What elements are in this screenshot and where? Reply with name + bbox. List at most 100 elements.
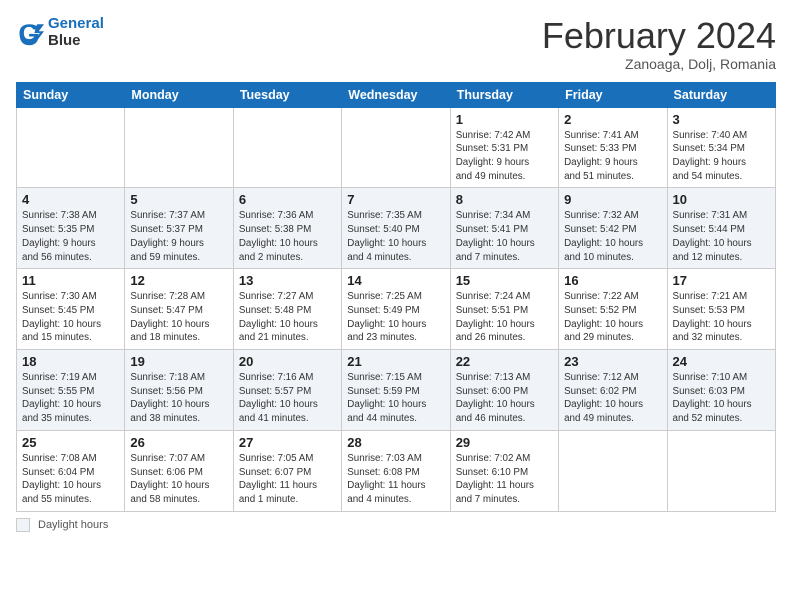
subtitle: Zanoaga, Dolj, Romania [542,56,776,72]
calendar-cell: 6 Sunrise: 7:36 AM Sunset: 5:38 PM Daylig… [233,188,341,269]
daylight-legend-label: Daylight hours [38,519,108,531]
day-number: 19 [130,354,227,369]
day-number: 18 [22,354,119,369]
calendar-cell: 23 Sunrise: 7:12 AM Sunset: 6:02 PM Dayli… [559,350,667,431]
day-info: Sunrise: 7:32 AM Sunset: 5:42 PM Dayligh… [564,209,661,264]
calendar-cell: 21Sunrise: 7:15 AM Sunset: 5:59 PM Dayli… [342,350,450,431]
day-info: Sunrise: 7:18 AM Sunset: 5:56 PM Dayligh… [130,371,227,426]
day-number: 15 [456,273,553,288]
day-number: 9 [564,192,661,207]
calendar-day-header: Monday [125,82,233,107]
day-info: Sunrise: 7:03 AM Sunset: 6:08 PM Dayligh… [347,452,444,507]
daylight-legend-box [16,518,30,532]
day-number: 1 [456,112,553,127]
calendar-week-row: 25 Sunrise: 7:08 AM Sunset: 6:04 PM Dayli… [17,430,776,511]
day-info: Sunrise: 7:15 AM Sunset: 5:59 PM Dayligh… [347,371,444,426]
calendar-cell: 2Sunrise: 7:41 AM Sunset: 5:33 PM Daylig… [559,107,667,188]
day-number: 26 [130,435,227,450]
calendar-cell: 20 Sunrise: 7:16 AM Sunset: 5:57 PM Dayli… [233,350,341,431]
day-number: 29 [456,435,553,450]
day-info: Sunrise: 7:34 AM Sunset: 5:41 PM Dayligh… [456,209,553,264]
day-number: 3 [673,112,770,127]
calendar-week-row: 1 Sunrise: 7:42 AM Sunset: 5:31 PM Daylig… [17,107,776,188]
footer: Daylight hours [16,518,776,532]
calendar-cell: 4Sunrise: 7:38 AM Sunset: 5:35 PM Daylig… [17,188,125,269]
day-info: Sunrise: 7:07 AM Sunset: 6:06 PM Dayligh… [130,452,227,507]
day-number: 24 [673,354,770,369]
day-number: 5 [130,192,227,207]
day-info: Sunrise: 7:12 AM Sunset: 6:02 PM Dayligh… [564,371,661,426]
day-number: 2 [564,112,661,127]
day-info: Sunrise: 7:10 AM Sunset: 6:03 PM Dayligh… [673,371,770,426]
calendar-day-header: Tuesday [233,82,341,107]
calendar-cell: 13Sunrise: 7:27 AM Sunset: 5:48 PM Dayli… [233,269,341,350]
calendar-cell: 27 Sunrise: 7:05 AM Sunset: 6:07 PM Dayli… [233,430,341,511]
calendar-cell: 1 Sunrise: 7:42 AM Sunset: 5:31 PM Daylig… [450,107,558,188]
day-info: Sunrise: 7:16 AM Sunset: 5:57 PM Dayligh… [239,371,336,426]
calendar-cell: 29Sunrise: 7:02 AM Sunset: 6:10 PM Dayli… [450,430,558,511]
calendar-day-header: Wednesday [342,82,450,107]
calendar-cell: 24 Sunrise: 7:10 AM Sunset: 6:03 PM Dayli… [667,350,775,431]
calendar-cell: 11 Sunrise: 7:30 AM Sunset: 5:45 PM Dayli… [17,269,125,350]
page: General Blue February 2024 Zanoaga, Dolj… [0,0,792,612]
calendar-week-row: 4Sunrise: 7:38 AM Sunset: 5:35 PM Daylig… [17,188,776,269]
calendar-cell: 14Sunrise: 7:25 AM Sunset: 5:49 PM Dayli… [342,269,450,350]
day-number: 20 [239,354,336,369]
day-info: Sunrise: 7:08 AM Sunset: 6:04 PM Dayligh… [22,452,119,507]
day-info: Sunrise: 7:31 AM Sunset: 5:44 PM Dayligh… [673,209,770,264]
day-number: 25 [22,435,119,450]
day-number: 6 [239,192,336,207]
logo-icon [16,19,44,47]
day-number: 12 [130,273,227,288]
day-number: 7 [347,192,444,207]
day-number: 28 [347,435,444,450]
day-number: 4 [22,192,119,207]
calendar-cell: 5 Sunrise: 7:37 AM Sunset: 5:37 PM Daylig… [125,188,233,269]
day-info: Sunrise: 7:05 AM Sunset: 6:07 PM Dayligh… [239,452,336,507]
day-info: Sunrise: 7:37 AM Sunset: 5:37 PM Dayligh… [130,209,227,264]
day-number: 23 [564,354,661,369]
calendar-cell: 12 Sunrise: 7:28 AM Sunset: 5:47 PM Dayli… [125,269,233,350]
day-number: 16 [564,273,661,288]
day-number: 17 [673,273,770,288]
title-block: February 2024 Zanoaga, Dolj, Romania [542,16,776,72]
calendar-cell [559,430,667,511]
logo: General Blue [16,16,104,49]
calendar-day-header: Sunday [17,82,125,107]
day-number: 13 [239,273,336,288]
logo-blue: Blue [48,32,81,49]
day-info: Sunrise: 7:24 AM Sunset: 5:51 PM Dayligh… [456,290,553,345]
day-info: Sunrise: 7:21 AM Sunset: 5:53 PM Dayligh… [673,290,770,345]
day-info: Sunrise: 7:28 AM Sunset: 5:47 PM Dayligh… [130,290,227,345]
day-info: Sunrise: 7:30 AM Sunset: 5:45 PM Dayligh… [22,290,119,345]
calendar-cell: 19 Sunrise: 7:18 AM Sunset: 5:56 PM Dayli… [125,350,233,431]
calendar-day-header: Saturday [667,82,775,107]
calendar-week-row: 11 Sunrise: 7:30 AM Sunset: 5:45 PM Dayli… [17,269,776,350]
calendar-cell: 16 Sunrise: 7:22 AM Sunset: 5:52 PM Dayli… [559,269,667,350]
day-info: Sunrise: 7:19 AM Sunset: 5:55 PM Dayligh… [22,371,119,426]
calendar-day-header: Friday [559,82,667,107]
calendar-cell: 10 Sunrise: 7:31 AM Sunset: 5:44 PM Dayli… [667,188,775,269]
day-number: 14 [347,273,444,288]
calendar-cell: 15 Sunrise: 7:24 AM Sunset: 5:51 PM Dayli… [450,269,558,350]
calendar-week-row: 18 Sunrise: 7:19 AM Sunset: 5:55 PM Dayli… [17,350,776,431]
calendar-cell: 26 Sunrise: 7:07 AM Sunset: 6:06 PM Dayli… [125,430,233,511]
day-info: Sunrise: 7:22 AM Sunset: 5:52 PM Dayligh… [564,290,661,345]
day-number: 11 [22,273,119,288]
calendar-cell [233,107,341,188]
calendar-cell: 17 Sunrise: 7:21 AM Sunset: 5:53 PM Dayli… [667,269,775,350]
calendar-cell: 18 Sunrise: 7:19 AM Sunset: 5:55 PM Dayli… [17,350,125,431]
day-info: Sunrise: 7:36 AM Sunset: 5:38 PM Dayligh… [239,209,336,264]
logo-general: General [48,15,104,32]
day-info: Sunrise: 7:42 AM Sunset: 5:31 PM Dayligh… [456,129,553,184]
calendar-cell: 7Sunrise: 7:35 AM Sunset: 5:40 PM Daylig… [342,188,450,269]
day-number: 27 [239,435,336,450]
calendar-cell: 9 Sunrise: 7:32 AM Sunset: 5:42 PM Daylig… [559,188,667,269]
day-number: 10 [673,192,770,207]
day-info: Sunrise: 7:40 AM Sunset: 5:34 PM Dayligh… [673,129,770,184]
day-info: Sunrise: 7:13 AM Sunset: 6:00 PM Dayligh… [456,371,553,426]
calendar-day-header: Thursday [450,82,558,107]
calendar-cell: 3 Sunrise: 7:40 AM Sunset: 5:34 PM Daylig… [667,107,775,188]
main-title: February 2024 [542,16,776,56]
calendar-cell [125,107,233,188]
